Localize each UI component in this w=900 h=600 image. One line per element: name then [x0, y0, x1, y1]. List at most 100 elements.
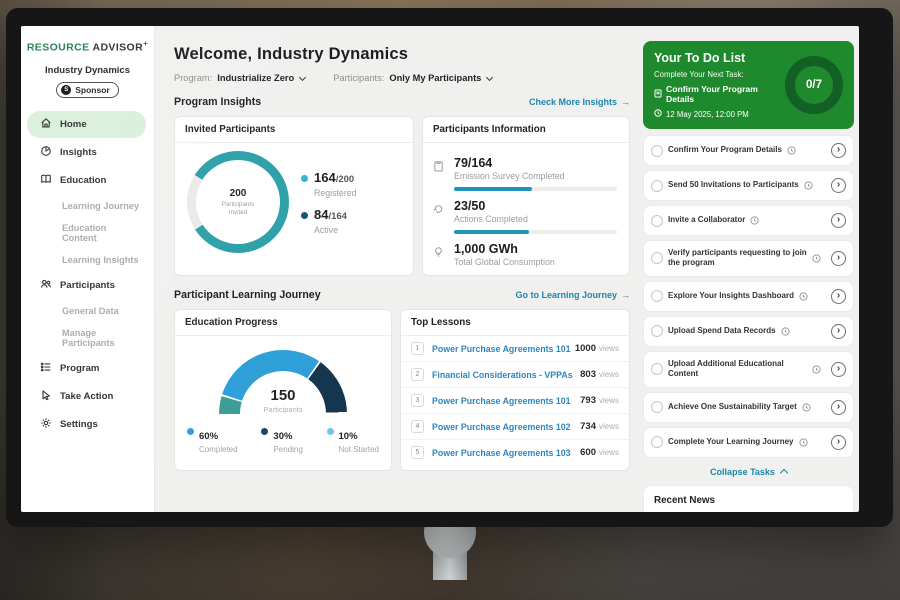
task-go-button[interactable]: ›	[831, 178, 846, 193]
collapse-tasks-link[interactable]: Collapse Tasks	[643, 467, 854, 477]
invited-participants-card: Invited Participants 200 Participants In…	[174, 116, 414, 276]
sidebar-item-education[interactable]: Education	[27, 167, 146, 194]
sidebar-item-general-data[interactable]: General Data	[27, 300, 146, 322]
chevron-up-icon	[780, 469, 788, 477]
registered-legend-item: 164/200 Registered	[301, 169, 357, 198]
sidebar-nav: Home Insights Education Learning Journey	[21, 111, 154, 438]
sidebar-item-learning-insights[interactable]: Learning Insights	[27, 249, 146, 271]
sponsor-badge-icon: S	[61, 85, 71, 95]
lesson-row: 2 Financial Considerations - VPPAs 803 v…	[401, 362, 629, 388]
task-go-button[interactable]: ›	[831, 324, 846, 339]
sidebar-item-participants[interactable]: Participants	[27, 272, 146, 299]
legend-dot	[301, 175, 308, 182]
task-row-explore-insights[interactable]: Explore Your Insights Dashboard ›	[643, 281, 854, 312]
legend-not-started: 10% Not Started	[327, 426, 379, 454]
task-checkbox[interactable]	[651, 180, 663, 192]
task-go-button[interactable]: ›	[831, 251, 846, 266]
sidebar-item-label: Insights	[60, 147, 97, 158]
sidebar-item-take-action[interactable]: Take Action	[27, 383, 146, 410]
gauge-center-value: 150	[219, 387, 347, 404]
clock-icon	[799, 292, 808, 301]
participants-filter[interactable]: Participants: Only My Participants	[333, 73, 492, 83]
clock-icon	[802, 403, 811, 412]
card-title: Education Progress	[175, 310, 391, 336]
task-checkbox[interactable]	[651, 401, 663, 413]
lesson-row: 4 Power Purchase Agreements 102 734 view…	[401, 414, 629, 440]
task-checkbox[interactable]	[651, 325, 663, 337]
task-go-button[interactable]: ›	[831, 362, 846, 377]
todo-subtitle: Complete Your Next Task:	[654, 70, 779, 79]
sidebar-item-label: Manage Participants	[62, 328, 115, 348]
task-go-button[interactable]: ›	[831, 289, 846, 304]
task-go-button[interactable]: ›	[831, 143, 846, 158]
sidebar-item-label: Take Action	[60, 391, 113, 402]
task-row-complete-learning-journey[interactable]: Complete Your Learning Journey ›	[643, 427, 854, 458]
task-checkbox[interactable]	[651, 215, 663, 227]
sidebar-item-label: Learning Journey	[62, 201, 139, 211]
emission-survey-metric: 79/164 Emission Survey Completed	[433, 156, 617, 191]
sidebar-item-label: Program	[60, 363, 99, 374]
task-go-button[interactable]: ›	[831, 213, 846, 228]
task-go-button[interactable]: ›	[831, 400, 846, 415]
sidebar-item-education-content[interactable]: Education Content	[27, 217, 146, 249]
lesson-link[interactable]: Power Purchase Agreements 103	[432, 448, 580, 458]
task-row-send-invitations[interactable]: Send 50 Invitations to Participants ›	[643, 170, 854, 201]
filters-row: Program: Industrialize Zero Participants…	[174, 73, 630, 83]
lesson-link[interactable]: Financial Considerations - VPPAs	[432, 370, 580, 380]
todo-progress-value: 0/7	[806, 79, 822, 91]
top-lessons-card: Top Lessons 1 Power Purchase Agreements …	[400, 309, 630, 471]
task-checkbox[interactable]	[651, 363, 663, 375]
sidebar-item-program[interactable]: Program	[27, 355, 146, 382]
program-filter[interactable]: Program: Industrialize Zero	[174, 73, 305, 83]
invited-legend: 164/200 Registered 84/164 Active	[301, 161, 357, 243]
card-title: Top Lessons	[401, 310, 629, 336]
section-title: Participant Learning Journey	[174, 289, 321, 301]
book-icon	[40, 173, 52, 188]
education-gauge-chart: 150 Participants	[219, 350, 347, 414]
logo-primary: RESOURCE	[27, 42, 90, 54]
task-row-achieve-target[interactable]: Achieve One Sustainability Target ›	[643, 392, 854, 423]
lesson-link[interactable]: Power Purchase Agreements 102	[432, 422, 580, 432]
task-row-upload-educational-content[interactable]: Upload Additional Educational Content ›	[643, 351, 854, 388]
list-icon	[40, 361, 52, 376]
main-content: Welcome, Industry Dynamics Program: Indu…	[155, 26, 643, 512]
task-checkbox[interactable]	[651, 252, 663, 264]
task-checkbox[interactable]	[651, 290, 663, 302]
task-checkbox[interactable]	[651, 436, 663, 448]
todo-progress-ring: 0/7	[785, 56, 843, 114]
sponsor-badge-label: Sponsor	[75, 85, 109, 95]
donut-center-value: 200	[230, 188, 247, 199]
card-title: Participants Information	[423, 117, 629, 143]
sidebar-item-insights[interactable]: Insights	[27, 139, 146, 166]
lesson-rank: 1	[411, 342, 424, 355]
sidebar-item-learning-journey[interactable]: Learning Journey	[27, 195, 146, 217]
task-go-button[interactable]: ›	[831, 435, 846, 450]
cursor-icon	[40, 389, 52, 404]
sidebar-item-settings[interactable]: Settings	[27, 411, 146, 438]
home-icon	[40, 117, 52, 132]
sidebar-item-label: Education Content	[62, 223, 106, 243]
legend-dot	[327, 428, 334, 435]
sidebar-item-manage-participants[interactable]: Manage Participants	[27, 322, 146, 354]
sidebar-item-label: General Data	[62, 306, 119, 316]
go-to-learning-journey-link[interactable]: Go to Learning Journey →	[515, 290, 630, 300]
lesson-row: 5 Power Purchase Agreements 103 600 view…	[401, 440, 629, 465]
legend-completed: 60% Completed	[187, 426, 238, 454]
sidebar-item-label: Education	[60, 175, 106, 186]
insights-icon	[40, 145, 52, 160]
clock-icon	[654, 109, 662, 119]
task-row-verify-participants[interactable]: Verify participants requesting to join t…	[643, 240, 854, 277]
sidebar-item-home[interactable]: Home	[27, 111, 146, 138]
check-more-insights-link[interactable]: Check More Insights →	[529, 97, 630, 107]
task-row-upload-spend-data[interactable]: Upload Spend Data Records ›	[643, 316, 854, 347]
chevron-down-icon	[299, 73, 306, 80]
clock-icon	[750, 216, 759, 225]
clock-icon	[799, 438, 808, 447]
logo-secondary: ADVISOR	[92, 42, 143, 54]
document-icon	[654, 89, 662, 100]
task-row-confirm-program[interactable]: Confirm Your Program Details ›	[643, 135, 854, 166]
task-checkbox[interactable]	[651, 145, 663, 157]
lesson-link[interactable]: Power Purchase Agreements 101	[432, 344, 575, 354]
task-row-invite-collaborator[interactable]: Invite a Collaborator ›	[643, 205, 854, 236]
lesson-link[interactable]: Power Purchase Agreements 101	[432, 396, 580, 406]
